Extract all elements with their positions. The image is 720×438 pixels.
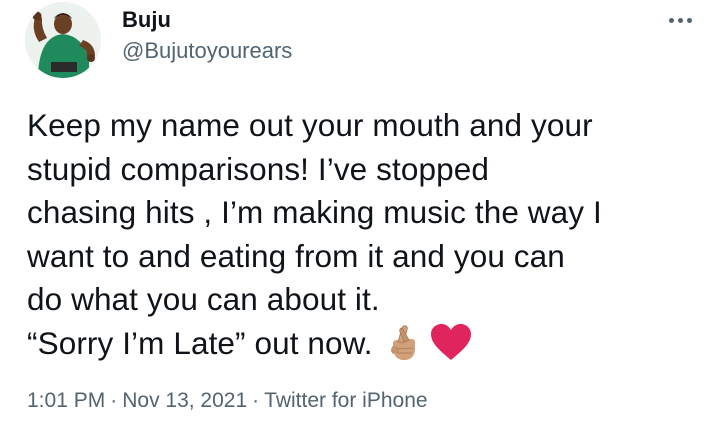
meta-separator: ·	[110, 389, 118, 412]
tweet-card: Buju @Bujutoyourears Keep my name out yo…	[0, 0, 720, 438]
tweet-text-line: want to and eating from it and you can	[27, 237, 565, 274]
tweet-text-line: chasing hits , I’m making music the way …	[27, 194, 602, 230]
tweet-text-line: stupid comparisons! I’ve stopped	[27, 150, 489, 187]
tweet-text-line: “Sorry I’m Late” out now.	[27, 324, 373, 361]
crossed-fingers-icon	[387, 324, 421, 374]
profile-avatar[interactable]	[25, 2, 101, 78]
display-name[interactable]: Buju	[122, 7, 171, 33]
tweet-time[interactable]: 1:01 PM	[27, 389, 105, 412]
tweet-text-last-line: “Sorry I’m Late” out now.	[27, 322, 707, 374]
avatar-illustration	[25, 2, 101, 78]
meta-separator: ·	[252, 389, 260, 412]
tweet-date[interactable]: Nov 13, 2021	[122, 389, 247, 412]
tweet-metadata: 1:01 PM · Nov 13, 2021 · Twitter for iPhone	[27, 386, 428, 416]
more-horizontal-icon-dot	[686, 17, 692, 23]
tweet-text: Keep my name out your mouth and your stu…	[27, 104, 707, 373]
tweet-text-line: do what you can about it.	[27, 281, 380, 317]
tweet-text-line: Keep my name out your mouth and your	[27, 107, 593, 143]
more-horizontal-icon-dot	[677, 17, 683, 23]
more-horizontal-icon	[668, 17, 674, 23]
more-options-button[interactable]	[660, 6, 700, 34]
user-handle[interactable]: @Bujutoyourears	[122, 38, 292, 64]
red-heart-icon	[429, 322, 473, 374]
tweet-source[interactable]: Twitter for iPhone	[264, 389, 427, 412]
